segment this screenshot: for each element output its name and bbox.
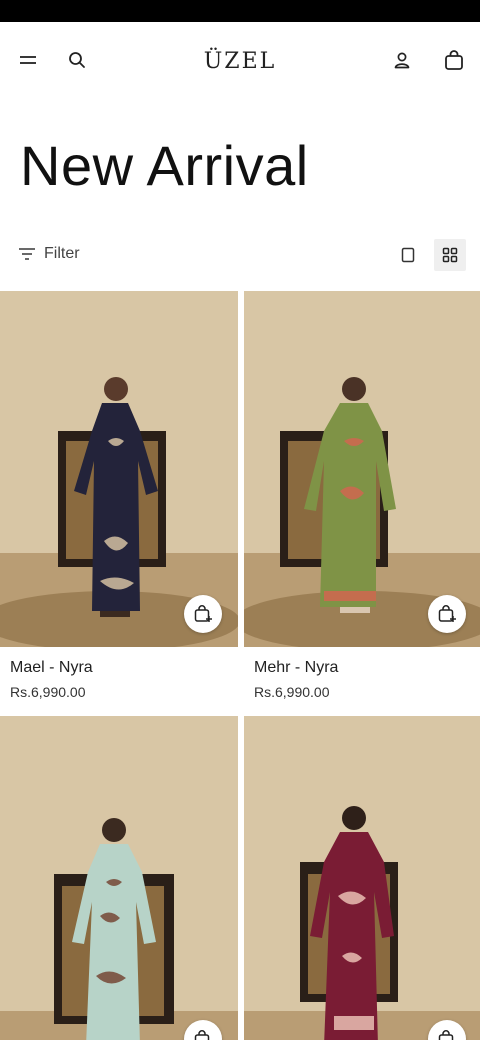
cart-button[interactable]: [442, 48, 466, 72]
product-image[interactable]: [244, 291, 480, 647]
bag-plus-icon: [438, 605, 456, 622]
product-name[interactable]: Mehr - Nyra: [254, 659, 338, 677]
product-image[interactable]: [244, 716, 480, 1040]
single-view-icon: [401, 247, 415, 263]
product-image[interactable]: [0, 716, 238, 1040]
filter-button[interactable]: Filter: [18, 240, 80, 268]
product-name[interactable]: Mael - Nyra: [10, 659, 93, 677]
product-card[interactable]: Mael - Nyra Rs.6,990.00: [0, 291, 238, 700]
collection-toolbar: Filter: [0, 236, 480, 272]
product-card[interactable]: [244, 716, 480, 1040]
product-price: Rs.6,990.00: [10, 684, 86, 700]
search-button[interactable]: [65, 48, 89, 72]
quick-add-button[interactable]: [184, 595, 222, 633]
account-button[interactable]: [390, 48, 414, 72]
filter-icon: [19, 248, 35, 260]
product-image[interactable]: [0, 291, 238, 647]
page-title: New Arrival: [20, 134, 309, 197]
brand-logo[interactable]: ÜZEL: [190, 36, 290, 86]
cart-icon: [445, 50, 463, 70]
site-header: ÜZEL: [0, 22, 480, 98]
product-card[interactable]: [0, 716, 238, 1040]
product-price: Rs.6,990.00: [254, 684, 330, 700]
status-bar: [0, 0, 480, 22]
menu-icon: [20, 56, 36, 64]
bag-plus-icon: [194, 1030, 210, 1040]
menu-button[interactable]: [16, 48, 40, 72]
grid-view-icon: [442, 247, 458, 263]
account-icon: [394, 52, 410, 69]
bag-plus-icon: [438, 1030, 454, 1040]
search-icon: [69, 52, 85, 68]
logo-text: ÜZEL: [203, 48, 277, 74]
grid-view-button[interactable]: [434, 239, 466, 271]
single-column-view-button[interactable]: [392, 239, 424, 271]
product-card[interactable]: Mehr - Nyra Rs.6,990.00: [244, 291, 480, 700]
filter-label: Filter: [44, 245, 80, 262]
bag-plus-icon: [194, 605, 212, 622]
quick-add-button[interactable]: [428, 595, 466, 633]
